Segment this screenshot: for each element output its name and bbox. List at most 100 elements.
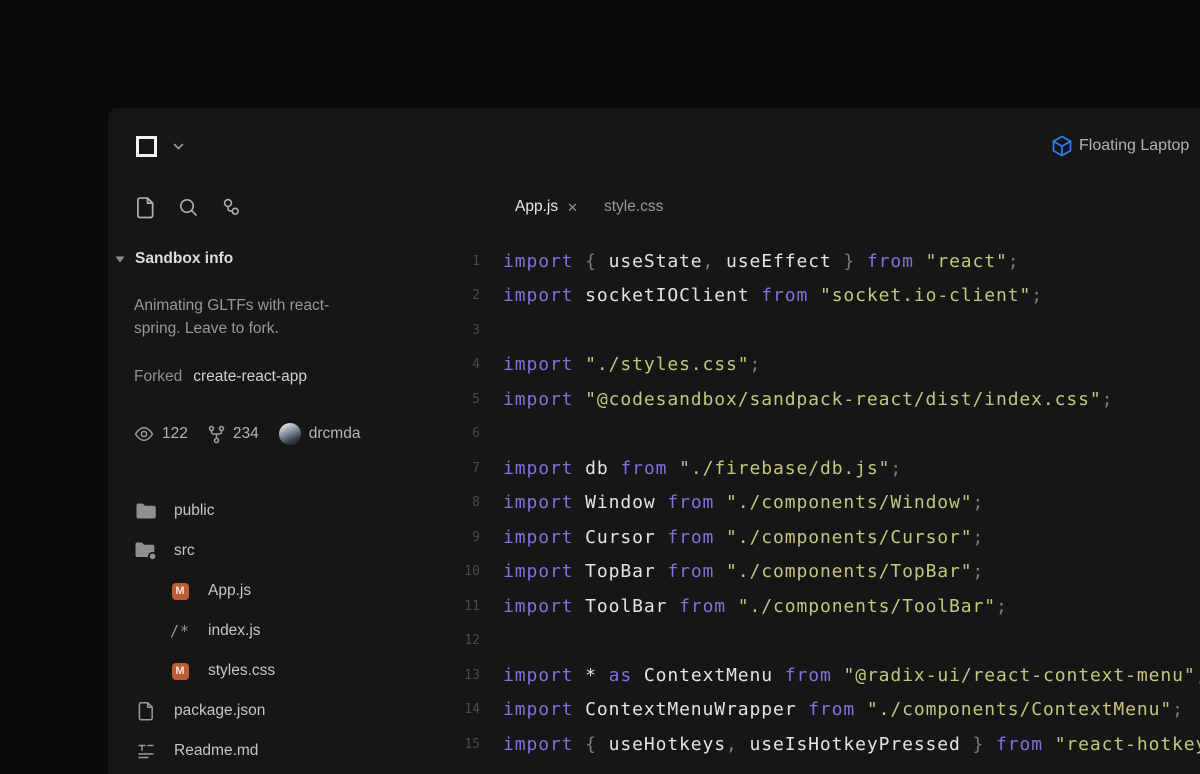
git-fork-icon <box>208 425 225 444</box>
file-name: App.js <box>208 582 251 600</box>
fork-icon[interactable] <box>220 196 242 218</box>
sidebar: Sandbox info Animating GLTFs with react-… <box>108 230 440 774</box>
code-line[interactable]: 12 <box>440 624 1200 659</box>
folder-open-icon <box>134 541 158 561</box>
code-line[interactable]: 8 import Window from "./components/Window… <box>440 486 1200 521</box>
forked-row: Forked create-react-app <box>134 368 420 386</box>
eye-icon <box>134 426 154 442</box>
tab-bar: App.js✕ style.css <box>440 184 1200 230</box>
code-text: import * as ContextMenu from "@radix-ui/… <box>503 665 1200 686</box>
collapse-triangle-icon <box>115 256 125 263</box>
tree-item-styles.css[interactable]: Mstyles.css <box>134 651 420 691</box>
views-stat: 122 <box>134 425 188 443</box>
forks-stat: 234 <box>208 425 259 444</box>
modified-icon: M <box>168 583 192 600</box>
file-name: package.json <box>174 702 265 720</box>
forked-label: Forked <box>134 368 182 386</box>
code-line[interactable]: 15 import { useHotkeys, useIsHotkeyPresse… <box>440 727 1200 762</box>
codesandbox-logo-icon[interactable] <box>134 134 159 159</box>
tab-app.js[interactable]: App.js✕ <box>515 198 578 216</box>
file-name: public <box>174 502 215 520</box>
code-line[interactable]: 4 import "./styles.css"; <box>440 348 1200 383</box>
line-number: 6 <box>440 426 480 441</box>
views-count: 122 <box>162 425 188 443</box>
line-number: 13 <box>440 668 480 683</box>
code-line[interactable]: 7 import db from "./firebase/db.js"; <box>440 451 1200 486</box>
code-text: import "@codesandbox/sandpack-react/dist… <box>503 389 1113 410</box>
logo-group <box>134 134 184 159</box>
line-number: 14 <box>440 702 480 717</box>
project-title[interactable]: Floating Laptop <box>1052 108 1189 184</box>
tree-item-index.js[interactable]: /* index.js <box>134 611 420 651</box>
code-line[interactable]: 1 import { useState, useEffect } from "re… <box>440 244 1200 279</box>
readme-icon <box>134 742 158 761</box>
code-line[interactable]: 10 import TopBar from "./components/TopBa… <box>440 555 1200 590</box>
code-line[interactable]: 5 import "@codesandbox/sandpack-react/dis… <box>440 382 1200 417</box>
sandbox-description: Animating GLTFs with react-spring. Leave… <box>134 294 350 340</box>
file-tree: public src M App.js /* index.js Mstyles.css pac… <box>134 491 420 771</box>
line-number: 3 <box>440 323 480 338</box>
tree-item-src[interactable]: src <box>134 531 420 571</box>
cube-icon <box>1052 135 1072 157</box>
line-number: 4 <box>440 357 480 372</box>
code-text: import "./styles.css"; <box>503 354 761 375</box>
line-number: 7 <box>440 461 480 476</box>
comment-icon: /* <box>168 622 192 640</box>
code-text: import socketIOClient from "socket.io-cl… <box>503 285 1043 306</box>
code-text: import ContextMenuWrapper from "./compon… <box>503 699 1184 720</box>
file-icon <box>134 701 158 721</box>
code-text: import db from "./firebase/db.js"; <box>503 458 902 479</box>
line-number: 12 <box>440 633 480 648</box>
file-name: styles.css <box>208 662 275 680</box>
code-editor[interactable]: 1 import { useState, useEffect } from "re… <box>440 230 1200 774</box>
file-name: Readme.md <box>174 742 258 760</box>
code-text: import { useState, useEffect } from "rea… <box>503 251 1020 272</box>
code-text: import ToolBar from "./components/ToolBa… <box>503 596 1008 617</box>
line-number: 2 <box>440 288 480 303</box>
line-number: 1 <box>440 254 480 269</box>
file-name: index.js <box>208 622 261 640</box>
line-number: 8 <box>440 495 480 510</box>
tree-item-readme.md[interactable]: Readme.md <box>134 731 420 771</box>
sidebar-toolbar <box>108 184 440 230</box>
search-icon[interactable] <box>177 196 199 218</box>
modified-icon: M <box>168 663 192 680</box>
code-line[interactable]: 3 <box>440 313 1200 348</box>
code-text: import Cursor from "./components/Cursor"… <box>503 527 984 548</box>
forks-count: 234 <box>233 425 259 443</box>
folder-icon <box>134 502 158 520</box>
stats-row: 122 234 drcmda <box>134 423 420 445</box>
tab-style.css[interactable]: style.css <box>604 198 663 216</box>
section-title: Sandbox info <box>135 250 233 268</box>
line-number: 10 <box>440 564 480 579</box>
screen: Floating Laptop App.js✕style.css Sandbox… <box>0 0 1200 774</box>
tree-item-public[interactable]: public <box>134 491 420 531</box>
line-number: 9 <box>440 530 480 545</box>
code-text: import Window from "./components/Window"… <box>503 492 984 513</box>
titlebar[interactable]: Floating Laptop <box>108 108 1200 184</box>
code-line[interactable]: 11 import ToolBar from "./components/Tool… <box>440 589 1200 624</box>
file-name: src <box>174 542 195 560</box>
new-file-icon[interactable] <box>134 196 156 218</box>
author-name: drcmda <box>309 425 361 443</box>
line-number: 5 <box>440 392 480 407</box>
code-line[interactable]: 9 import Cursor from "./components/Cursor… <box>440 520 1200 555</box>
code-line[interactable]: 2 import socketIOClient from "socket.io-c… <box>440 279 1200 314</box>
code-line[interactable]: 14 import ContextMenuWrapper from "./comp… <box>440 693 1200 728</box>
close-tab-icon[interactable]: ✕ <box>567 201 578 214</box>
tree-item-app.js[interactable]: M App.js <box>134 571 420 611</box>
code-text: import TopBar from "./components/TopBar"… <box>503 561 984 582</box>
tab-label: style.css <box>604 198 663 216</box>
forked-from-link[interactable]: create-react-app <box>193 368 307 386</box>
chevron-down-icon[interactable] <box>173 143 184 150</box>
project-name: Floating Laptop <box>1079 137 1189 155</box>
sandbox-info-header[interactable]: Sandbox info <box>134 250 420 268</box>
code-text: import { useHotkeys, useIsHotkeyPressed … <box>503 734 1200 755</box>
tree-item-package.json[interactable]: package.json <box>134 691 420 731</box>
line-number: 11 <box>440 599 480 614</box>
author-stat[interactable]: drcmda <box>279 423 361 445</box>
code-line[interactable]: 13 import * as ContextMenu from "@radix-u… <box>440 658 1200 693</box>
avatar <box>279 423 301 445</box>
code-line[interactable]: 6 <box>440 417 1200 452</box>
line-number: 15 <box>440 737 480 752</box>
